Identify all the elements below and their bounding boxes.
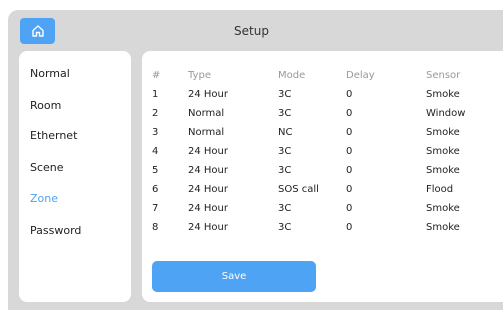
table-row[interactable]: 5 24 Hour 3C 0 Smoke xyxy=(152,161,496,180)
sidebar-item-normal[interactable]: Normal xyxy=(30,67,70,80)
cell-delay[interactable]: 0 xyxy=(346,85,426,104)
cell-sensor[interactable]: Flood xyxy=(426,180,496,199)
cell-delay[interactable]: 0 xyxy=(346,142,426,161)
zone-table: # Type Mode Delay Sensor 1 24 Hour 3C 0 … xyxy=(152,65,496,237)
sidebar: Normal Room Ethernet Scene Zone Password xyxy=(19,51,131,302)
cell-mode[interactable]: NC xyxy=(278,123,346,142)
cell-number: 6 xyxy=(152,184,159,195)
sidebar-item-scene[interactable]: Scene xyxy=(30,161,64,174)
cell-number: 7 xyxy=(152,203,159,214)
cell-sensor[interactable]: Smoke xyxy=(426,85,496,104)
cell-type[interactable]: 24 Hour xyxy=(188,85,278,104)
sidebar-item-room[interactable]: Room xyxy=(30,99,61,112)
table-row[interactable]: 1 24 Hour 3C 0 Smoke xyxy=(152,85,496,104)
cell-mode[interactable]: 3C xyxy=(278,85,346,104)
cell-delay[interactable]: 0 xyxy=(346,180,426,199)
cell-delay[interactable]: 0 xyxy=(346,104,426,123)
column-header-number: # xyxy=(152,69,161,81)
column-header-mode: Mode xyxy=(278,69,306,81)
table-row[interactable]: 7 24 Hour 3C 0 Smoke xyxy=(152,199,496,218)
cell-mode[interactable]: 3C xyxy=(278,218,346,237)
sidebar-item-ethernet[interactable]: Ethernet xyxy=(30,129,77,142)
cell-type[interactable]: Normal xyxy=(188,123,278,142)
cell-sensor[interactable]: Window xyxy=(426,104,496,123)
cell-mode[interactable]: 3C xyxy=(278,104,346,123)
cell-sensor[interactable]: Smoke xyxy=(426,161,496,180)
cell-delay[interactable]: 0 xyxy=(346,218,426,237)
cell-sensor[interactable]: Smoke xyxy=(426,218,496,237)
cell-number: 2 xyxy=(152,108,159,119)
cell-type[interactable]: 24 Hour xyxy=(188,180,278,199)
cell-type[interactable]: 24 Hour xyxy=(188,161,278,180)
page-title: Setup xyxy=(234,24,269,38)
cell-type[interactable]: 24 Hour xyxy=(188,199,278,218)
table-row[interactable]: 4 24 Hour 3C 0 Smoke xyxy=(152,142,496,161)
table-row[interactable]: 6 24 Hour SOS call 0 Flood xyxy=(152,180,496,199)
cell-delay[interactable]: 0 xyxy=(346,199,426,218)
table-row[interactable]: 3 Normal NC 0 Smoke xyxy=(152,123,496,142)
save-button[interactable]: Save xyxy=(152,261,316,292)
column-header-type: Type xyxy=(188,69,211,81)
cell-type[interactable]: Normal xyxy=(188,104,278,123)
cell-sensor[interactable]: Smoke xyxy=(426,199,496,218)
cell-mode[interactable]: 3C xyxy=(278,161,346,180)
cell-number: 3 xyxy=(152,127,159,138)
zone-panel: # Type Mode Delay Sensor 1 24 Hour 3C 0 … xyxy=(142,51,503,302)
cell-type[interactable]: 24 Hour xyxy=(188,142,278,161)
column-header-sensor: Sensor xyxy=(426,69,461,81)
cell-mode[interactable]: 3C xyxy=(278,199,346,218)
cell-sensor[interactable]: Smoke xyxy=(426,123,496,142)
sidebar-item-password[interactable]: Password xyxy=(30,224,81,237)
cell-sensor[interactable]: Smoke xyxy=(426,142,496,161)
cell-number: 4 xyxy=(152,146,159,157)
table-row[interactable]: 8 24 Hour 3C 0 Smoke xyxy=(152,218,496,237)
cell-delay[interactable]: 0 xyxy=(346,123,426,142)
cell-number: 5 xyxy=(152,165,159,176)
cell-number: 8 xyxy=(152,222,159,233)
table-header-row: # Type Mode Delay Sensor xyxy=(152,65,496,85)
sidebar-item-zone[interactable]: Zone xyxy=(30,192,58,205)
cell-mode[interactable]: SOS call xyxy=(278,180,346,199)
cell-delay[interactable]: 0 xyxy=(346,161,426,180)
cell-type[interactable]: 24 Hour xyxy=(188,218,278,237)
cell-mode[interactable]: 3C xyxy=(278,142,346,161)
column-header-delay: Delay xyxy=(346,69,375,81)
table-row[interactable]: 2 Normal 3C 0 Window xyxy=(152,104,496,123)
cell-number: 1 xyxy=(152,89,159,100)
